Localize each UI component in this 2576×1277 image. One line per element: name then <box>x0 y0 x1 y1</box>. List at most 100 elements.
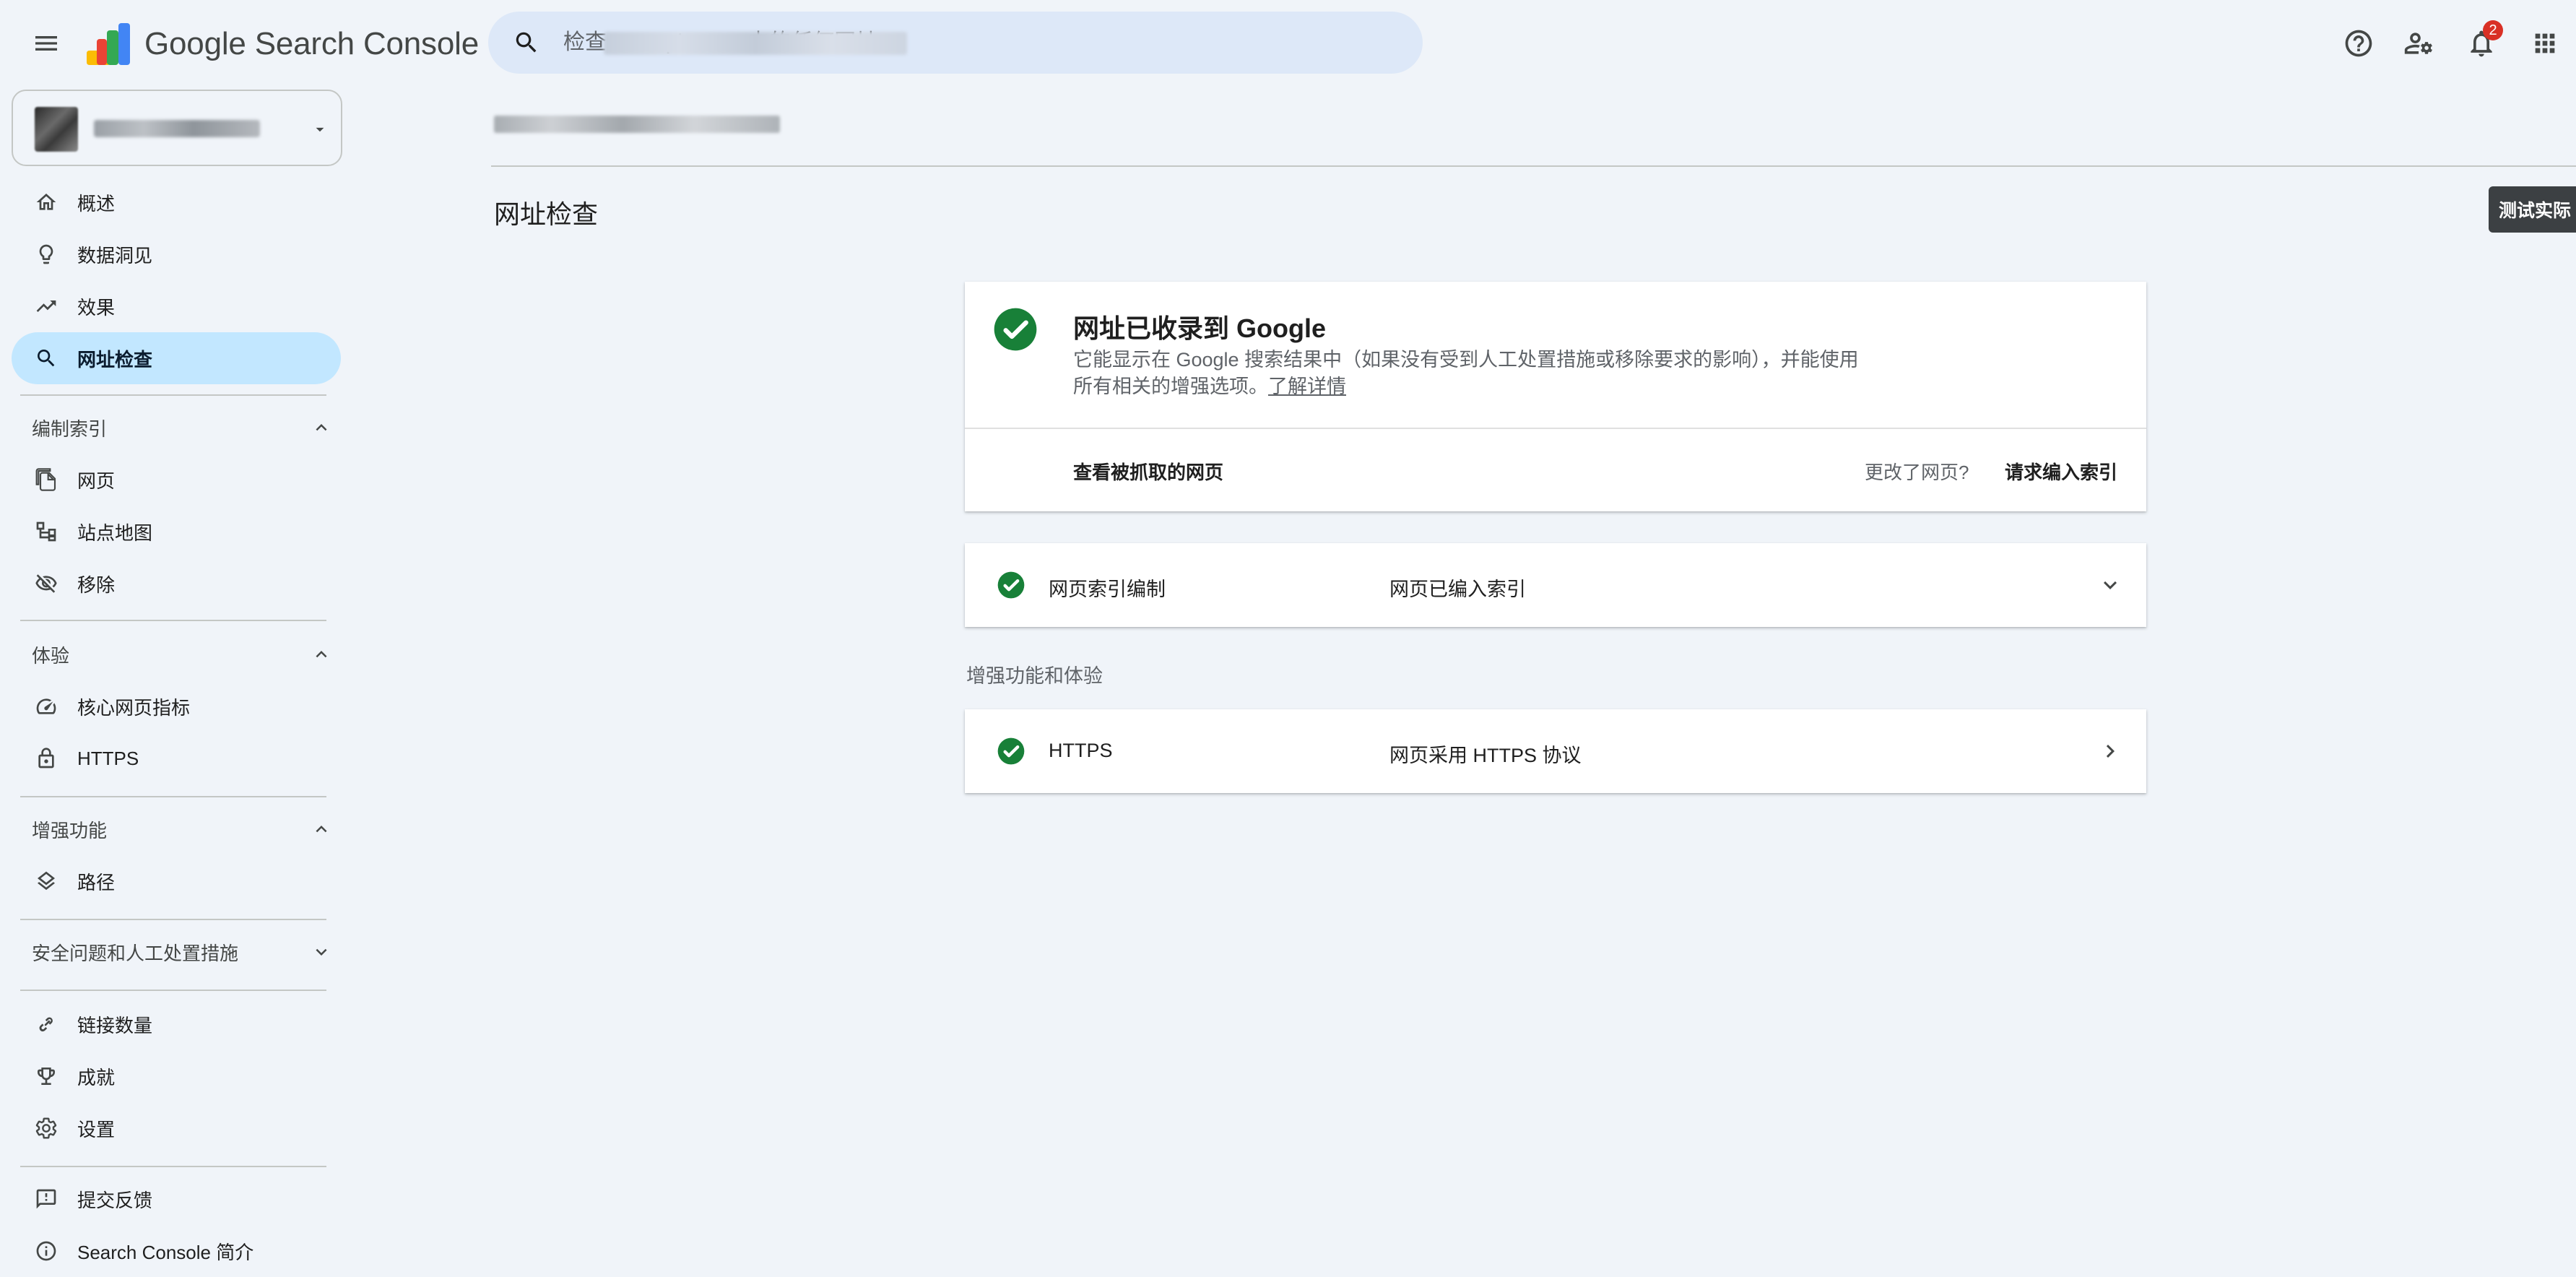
sidebar-item-label: 路径 <box>77 871 116 893</box>
section-header-indexing[interactable]: 编制索引 <box>12 406 341 449</box>
feedback-icon <box>33 1186 59 1212</box>
sidebar-item-label: 效果 <box>77 296 116 319</box>
product-name[interactable]: Google Search Console <box>144 26 479 62</box>
sidebar-item-about[interactable]: Search Console 简介 <box>12 1225 341 1277</box>
check-circle-icon <box>994 308 1037 351</box>
property-favicon <box>35 107 78 152</box>
help-icon[interactable] <box>2336 20 2382 66</box>
redacted-property-name <box>604 32 907 55</box>
navigation-sidebar: 概述 数据洞见 效果 网址检查 编制索引 网页 站点地图 移除 体验 核心网页指… <box>0 85 344 1276</box>
index-status-card: 网址已收录到 Google 它能显示在 Google 搜索结果中（如果没有受到人… <box>965 282 2146 511</box>
section-title: 安全问题和人工处置措施 <box>32 942 239 964</box>
page-indexing-row[interactable]: 网页索引编制 网页已编入索引 <box>965 543 2146 627</box>
https-row[interactable]: HTTPS 网页采用 HTTPS 协议 <box>965 709 2146 793</box>
sidebar-item-sitemaps[interactable]: 站点地图 <box>12 506 341 558</box>
lock-icon <box>33 745 59 771</box>
trophy-icon <box>33 1063 59 1089</box>
row-value: 网页采用 HTTPS 协议 <box>1389 745 1582 766</box>
section-title: 增强功能 <box>32 819 108 841</box>
description-text: 它能显示在 Google 搜索结果中（如果没有受到人工处置措施或移除要求的影响）… <box>1073 349 1859 397</box>
sidebar-item-breadcrumbs[interactable]: 路径 <box>12 855 341 907</box>
enhancements-section-caption: 增强功能和体验 <box>966 665 1103 687</box>
chevron-down-icon[interactable] <box>309 940 334 964</box>
link-icon <box>33 1011 59 1037</box>
test-live-url-button[interactable]: 测试实际 <box>2489 186 2576 233</box>
learn-more-link[interactable]: 了解详情 <box>1268 376 1346 397</box>
sitemap-icon <box>33 519 59 545</box>
home-icon <box>33 189 59 215</box>
index-status-title: 网址已收录到 Google <box>1073 313 1326 343</box>
sidebar-item-core-web-vitals[interactable]: 核心网页指标 <box>12 680 341 732</box>
sidebar-item-insights[interactable]: 数据洞见 <box>12 228 341 280</box>
sidebar-divider <box>20 796 326 797</box>
sidebar-item-removals[interactable]: 移除 <box>12 558 341 610</box>
info-icon <box>33 1238 59 1264</box>
notification-count-badge: 2 <box>2483 20 2503 40</box>
redacted-inspected-url <box>494 116 780 133</box>
sidebar-item-label: 提交反馈 <box>77 1189 153 1211</box>
chevron-up-icon[interactable] <box>309 817 334 841</box>
visibility-off-icon <box>33 571 59 597</box>
chevron-right-icon[interactable] <box>2096 737 2125 766</box>
view-crawled-page-button[interactable]: 查看被抓取的网页 <box>1073 458 1223 485</box>
main-divider <box>491 165 2576 167</box>
index-status-description: 它能显示在 Google 搜索结果中（如果没有受到人工处置措施或移除要求的影响）… <box>1073 347 1868 400</box>
section-title: 体验 <box>32 644 70 667</box>
sidebar-item-label: 链接数量 <box>77 1014 153 1036</box>
property-selector[interactable] <box>12 90 342 166</box>
sidebar-item-https[interactable]: HTTPS <box>12 732 341 784</box>
row-value: 网页已编入索引 <box>1389 579 1526 600</box>
sidebar-item-label: 网页 <box>77 469 116 492</box>
chevron-up-icon[interactable] <box>309 642 334 667</box>
sidebar-item-settings[interactable]: 设置 <box>12 1102 341 1154</box>
search-icon <box>33 345 59 371</box>
lightbulb-icon <box>33 241 59 267</box>
sidebar-item-pages[interactable]: 网页 <box>12 454 341 506</box>
settings-icon <box>33 1115 59 1141</box>
layers-icon <box>33 868 59 894</box>
sidebar-divider <box>20 990 326 991</box>
sidebar-item-label: 网址检查 <box>77 348 153 371</box>
sidebar-item-label: 移除 <box>77 573 116 596</box>
speed-icon <box>33 693 59 719</box>
apps-icon[interactable] <box>2522 20 2568 66</box>
section-header-enhancements[interactable]: 增强功能 <box>12 808 341 851</box>
search-icon[interactable] <box>510 26 543 59</box>
manage-users-icon[interactable] <box>2396 20 2442 66</box>
menu-icon[interactable] <box>25 22 68 65</box>
sidebar-divider <box>20 919 326 920</box>
section-header-experience[interactable]: 体验 <box>12 633 341 676</box>
request-indexing-button[interactable]: 请求编入索引 <box>2005 458 2117 485</box>
sidebar-item-feedback[interactable]: 提交反馈 <box>12 1173 341 1225</box>
notifications-icon[interactable]: 2 <box>2458 20 2505 66</box>
pages-icon <box>33 467 59 493</box>
sidebar-item-performance[interactable]: 效果 <box>12 280 341 332</box>
chevron-down-icon[interactable] <box>2096 571 2125 599</box>
top-app-bar: Google Search Console 2 <box>0 0 2576 85</box>
page-changed-prompt: 更改了网页? <box>1865 462 1969 483</box>
dropdown-caret-icon[interactable] <box>311 120 329 139</box>
sidebar-item-url-inspection[interactable]: 网址检查 <box>12 332 341 384</box>
sidebar-item-label: 概述 <box>77 192 116 215</box>
trending-up-icon <box>33 293 59 319</box>
sidebar-item-label: 站点地图 <box>77 521 153 544</box>
sidebar-item-links[interactable]: 链接数量 <box>12 998 341 1050</box>
sidebar-item-label: 核心网页指标 <box>77 696 191 719</box>
sidebar-item-label: 数据洞见 <box>77 244 153 267</box>
section-title: 编制索引 <box>32 417 108 440</box>
redacted-property-name <box>94 120 260 137</box>
row-label: 网页索引编制 <box>1049 579 1166 600</box>
section-header-security[interactable]: 安全问题和人工处置措施 <box>12 930 341 974</box>
check-circle-icon <box>997 737 1025 765</box>
url-inspection-search-bar[interactable] <box>488 12 1423 74</box>
sidebar-item-overview[interactable]: 概述 <box>12 176 341 228</box>
sidebar-item-label: 成就 <box>77 1066 116 1088</box>
sidebar-item-label: 设置 <box>77 1118 116 1140</box>
sidebar-divider <box>20 1166 326 1167</box>
check-circle-icon <box>997 571 1025 599</box>
sidebar-divider <box>20 620 326 621</box>
page-title: 网址检查 <box>494 199 599 229</box>
chevron-up-icon[interactable] <box>309 415 334 440</box>
search-console-logo-icon[interactable] <box>87 23 131 66</box>
sidebar-item-achievements[interactable]: 成就 <box>12 1050 341 1102</box>
